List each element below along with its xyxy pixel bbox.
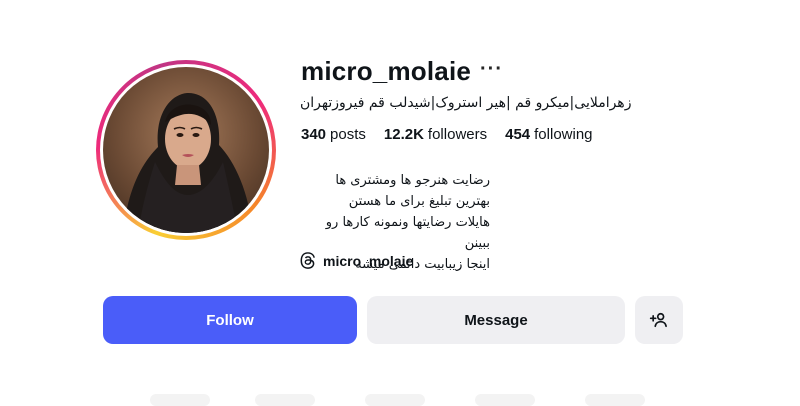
highlight-placeholder [365, 394, 425, 406]
message-button[interactable]: Message [367, 296, 625, 344]
posts-count: 340 [301, 126, 327, 143]
following-label: following [534, 126, 593, 143]
message-button-label: Message [464, 311, 528, 329]
followers-label: followers [427, 126, 488, 143]
stat-posts[interactable]: 340 posts [301, 126, 366, 143]
bio-line: رضایت هنرجو ها ومشتری ها [335, 173, 490, 188]
person-plus-icon [649, 312, 667, 328]
avatar-story-ring[interactable] [96, 60, 276, 240]
profile-username: micro_molaie [301, 56, 472, 86]
stat-following[interactable]: 454 following [505, 126, 592, 143]
avatar-border [100, 64, 272, 236]
highlight-placeholder [585, 394, 645, 406]
stat-followers[interactable]: 12.2K followers [384, 126, 487, 143]
follow-button[interactable]: Follow [103, 296, 357, 344]
following-count: 454 [505, 126, 531, 143]
avatar-portrait [123, 92, 253, 233]
highlight-placeholder [475, 394, 535, 406]
threads-icon [300, 252, 315, 269]
follow-button-label: Follow [206, 311, 254, 329]
profile-stats: 340 posts 12.2K followers 454 following [301, 126, 593, 143]
posts-label: posts [330, 126, 366, 143]
bio-line: بهترین تبلیغ برای ما هستن [348, 194, 490, 209]
highlight-placeholder [150, 394, 210, 406]
threads-link[interactable]: micro_molaie [300, 252, 413, 269]
suggested-accounts-button[interactable] [635, 296, 683, 344]
followers-count: 12.2K [383, 126, 424, 143]
bio-line: هایلات رضایتها ونمونه کارها رو ببینن [325, 215, 490, 251]
highlight-placeholder [255, 394, 315, 406]
avatar[interactable] [103, 67, 269, 233]
more-options-icon[interactable]: ··· [480, 58, 503, 81]
threads-handle: micro_molaie [323, 252, 414, 269]
profile-full-name: زهراملایی|میکرو قم |هیر استروک|شیدلب قم … [300, 95, 632, 111]
